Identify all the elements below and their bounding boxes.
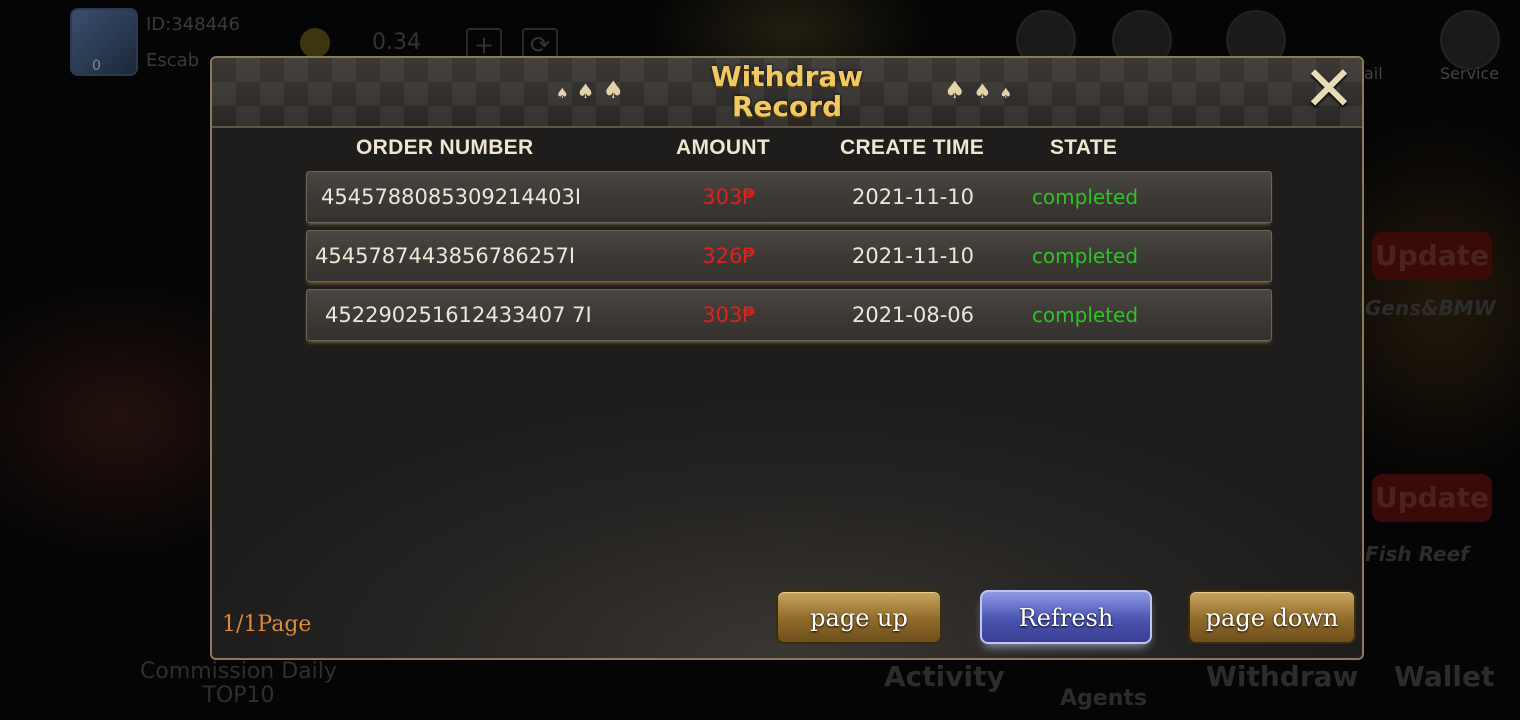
order-number: 4545788085309214403I [321,185,582,209]
balance: 0.34 [372,30,421,55]
column-header-amount: AMOUNT [676,136,770,159]
bg-game-label: Fish Reef [1365,542,1469,566]
state: completed [1031,185,1139,209]
coin-icon [300,28,330,58]
vip-level: 0 [92,58,101,74]
column-header-order-number: ORDER NUMBER [356,136,534,159]
state: completed [1031,303,1139,327]
table-row: 4545788085309214403I 303₱ 2021-11-10 com… [306,171,1272,223]
avatar [70,8,138,76]
bg-service-label: Service [1440,64,1500,83]
bg-update-badge: Update [1372,474,1492,522]
order-number: 452290251612433407 7I [325,303,592,327]
order-number: 4545787443856786257I [315,244,576,268]
withdraw-record-dialog: ♠ ♠ ♠ Withdraw Record ♠ ♠ ♠ ✕ ORDER NUMBER A… [210,56,1364,660]
close-x-icon[interactable]: ✕ [1302,58,1356,120]
dialog-title-line: Withdraw [710,60,864,93]
bg-service-icon [1440,10,1500,70]
bg-commission-label: Commission Daily TOP10 [140,660,337,708]
bg-nav-label: Withdraw [1206,660,1359,693]
column-header-create-time: CREATE TIME [840,136,985,159]
state: completed [1031,244,1139,268]
table-row: 452290251612433407 7I 303₱ 2021-08-06 co… [306,289,1272,341]
dialog-title-line: Record [731,90,843,123]
table-row: 4545787443856786257I 326₱ 2021-11-10 com… [306,230,1272,282]
column-header-state: STATE [1050,136,1118,159]
user-name: Escab [146,50,200,71]
amount: 326₱ [702,244,756,268]
page-up-button[interactable]: page up [776,590,942,644]
bg-game-label: Gens&BMW [1365,296,1496,320]
bg-nav-label: Wallet [1394,660,1495,693]
user-id: ID:348446 [146,14,240,35]
spade-decoration-right: ♠ ♠ ♠ [944,76,1013,104]
page-indicator: 1/1Page [222,612,312,637]
bg-update-badge: Update [1372,232,1492,280]
create-time: 2021-11-10 [851,185,975,209]
bg-nav-label: Agents [1060,686,1147,711]
bg-nav-label: Activity [884,660,1005,693]
bg-commission-line: Commission Daily [140,659,337,684]
bg-commission-line: TOP10 [202,683,275,708]
bg-mail-label: ail [1364,64,1383,83]
amount: 303₱ [702,303,756,327]
amount: 303₱ [702,185,756,209]
page-down-button[interactable]: page down [1188,590,1356,644]
dialog-title: Withdraw Record [212,62,1362,122]
create-time: 2021-08-06 [851,303,975,327]
dialog-header: ♠ ♠ ♠ Withdraw Record ♠ ♠ ♠ ✕ [212,58,1362,128]
refresh-button[interactable]: Refresh [980,590,1152,644]
create-time: 2021-11-10 [851,244,975,268]
